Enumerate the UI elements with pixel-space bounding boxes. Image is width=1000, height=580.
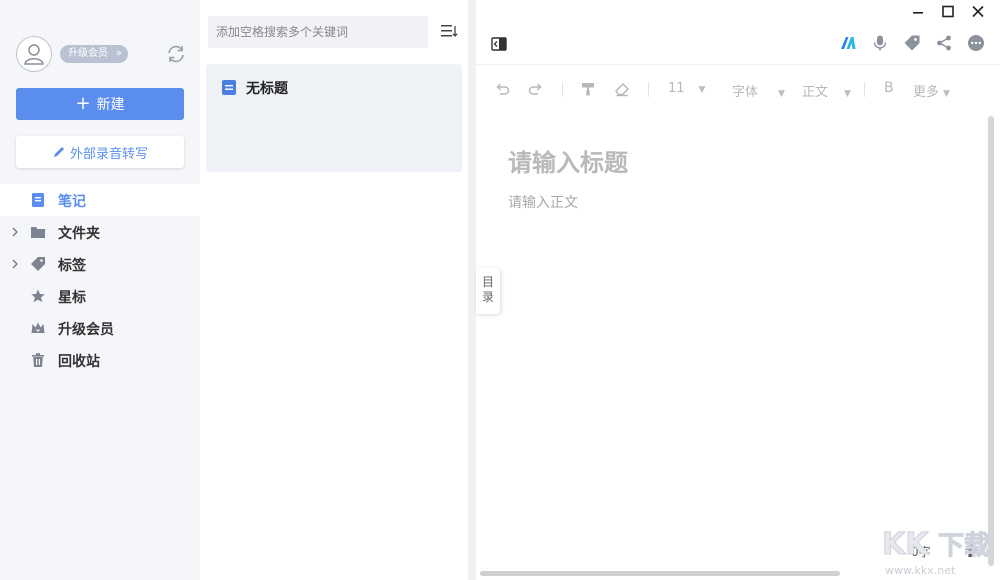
microphone-icon[interactable] — [871, 34, 889, 52]
user-icon — [24, 44, 44, 65]
sidebar-toggle-icon[interactable] — [488, 34, 510, 54]
more-format-label: 更多 — [913, 85, 940, 100]
note-title: 无标题 — [246, 81, 288, 97]
close-icon[interactable] — [968, 2, 988, 22]
word-count: 0字 — [911, 545, 931, 559]
caret-down-icon: ▼ — [943, 89, 950, 99]
format-toolbar: 11 ▼ 字体 ▼ 正文 ▼ B 更多 ▼ — [476, 64, 1000, 112]
note-icon — [32, 193, 44, 207]
sidebar-item-tags[interactable]: 标签 — [0, 248, 200, 280]
horizontal-scrollbar[interactable] — [480, 571, 840, 576]
folder-icon — [31, 227, 45, 238]
font-size-select[interactable]: 11 ▼ — [668, 81, 705, 96]
plus-icon: + — [75, 93, 91, 114]
font-family-value: 字体 — [732, 85, 759, 100]
chevron-right-icon[interactable] — [10, 225, 20, 239]
font-family-select[interactable]: 字体 ▼ — [732, 81, 785, 100]
new-note-button[interactable]: + 新建 — [16, 88, 184, 120]
format-painter-icon[interactable] — [580, 81, 596, 97]
double-chevron-icon: » — [115, 48, 122, 59]
sidebar-item-label: 文件夹 — [58, 226, 100, 242]
toolbar-divider — [562, 82, 563, 97]
tag-icon — [31, 257, 45, 271]
vip-badge-label: 升级会员 — [68, 48, 108, 59]
new-note-label: 新建 — [96, 97, 125, 113]
panel-divider[interactable] — [468, 0, 476, 580]
paragraph-style-value: 正文 — [802, 85, 829, 100]
sidebar-item-starred[interactable]: 星标 — [0, 280, 200, 312]
sidebar-item-label: 升级会员 — [58, 322, 114, 338]
sidebar: 升级会员 » + 新建 外部录音转写 笔记 文件夹 标签 星标 升级会员 回收站 — [0, 0, 200, 580]
caret-down-icon: ▼ — [844, 89, 851, 99]
avatar[interactable] — [16, 36, 52, 72]
sidebar-item-label: 星标 — [58, 290, 86, 306]
share-icon[interactable] — [935, 34, 953, 52]
sidebar-item-trash[interactable]: 回收站 — [0, 344, 200, 376]
sort-button[interactable] — [436, 18, 460, 44]
search-input[interactable] — [208, 16, 428, 48]
minimize-icon[interactable] — [908, 2, 928, 22]
sync-icon[interactable] — [165, 43, 187, 65]
more-format-select[interactable]: 更多 ▼ — [913, 81, 950, 100]
note-list-panel: 无标题 — [200, 0, 468, 580]
caret-down-icon: ▼ — [778, 89, 785, 99]
pen-icon — [53, 147, 64, 157]
title-input[interactable]: 请输入标题 — [508, 143, 628, 178]
external-transcribe-label: 外部录音转写 — [69, 146, 148, 162]
back-to-top-icon[interactable] — [964, 542, 978, 558]
sort-icon — [441, 25, 458, 37]
ai-writing-icon[interactable] — [839, 34, 857, 52]
trash-icon — [32, 353, 44, 367]
eraser-icon[interactable] — [614, 81, 630, 97]
sidebar-item-label: 标签 — [58, 258, 86, 274]
toolbar-divider — [648, 82, 649, 97]
more-icon[interactable] — [967, 34, 985, 52]
sidebar-item-notes[interactable]: 笔记 — [0, 184, 200, 216]
watermark-url: www.kkx.net — [885, 564, 956, 577]
caret-down-icon: ▼ — [698, 85, 706, 95]
redo-icon[interactable] — [528, 81, 544, 97]
star-icon — [31, 289, 45, 303]
toc-tab-label: 目录 — [482, 275, 495, 304]
sidebar-item-upgrade[interactable]: 升级会员 — [0, 312, 200, 344]
sidebar-item-folders[interactable]: 文件夹 — [0, 216, 200, 248]
paragraph-style-select[interactable]: 正文 ▼ — [802, 81, 851, 100]
editor: 11 ▼ 字体 ▼ 正文 ▼ B 更多 ▼ 请输入标题 请输入正文 目录 0字 — [476, 0, 1000, 580]
undo-icon[interactable] — [494, 81, 510, 97]
bold-button[interactable]: B — [884, 80, 894, 96]
doc-icon — [222, 80, 236, 95]
vertical-scrollbar[interactable] — [988, 116, 994, 566]
toolbar-divider — [864, 82, 865, 97]
tag-icon[interactable] — [903, 34, 921, 52]
toc-tab[interactable]: 目录 — [476, 268, 500, 314]
font-size-value: 11 — [668, 81, 685, 96]
list-item[interactable]: 无标题 — [206, 64, 462, 172]
sidebar-nav: 笔记 文件夹 标签 星标 升级会员 回收站 — [0, 184, 200, 376]
crown-icon — [31, 322, 45, 333]
maximize-icon[interactable] — [938, 2, 958, 22]
sidebar-item-label: 回收站 — [58, 354, 100, 370]
vip-badge[interactable]: 升级会员 » — [60, 45, 128, 63]
body-input[interactable]: 请输入正文 — [508, 192, 578, 212]
chevron-right-icon[interactable] — [10, 257, 20, 271]
external-transcribe-button[interactable]: 外部录音转写 — [16, 136, 184, 168]
sidebar-item-label: 笔记 — [58, 194, 86, 210]
